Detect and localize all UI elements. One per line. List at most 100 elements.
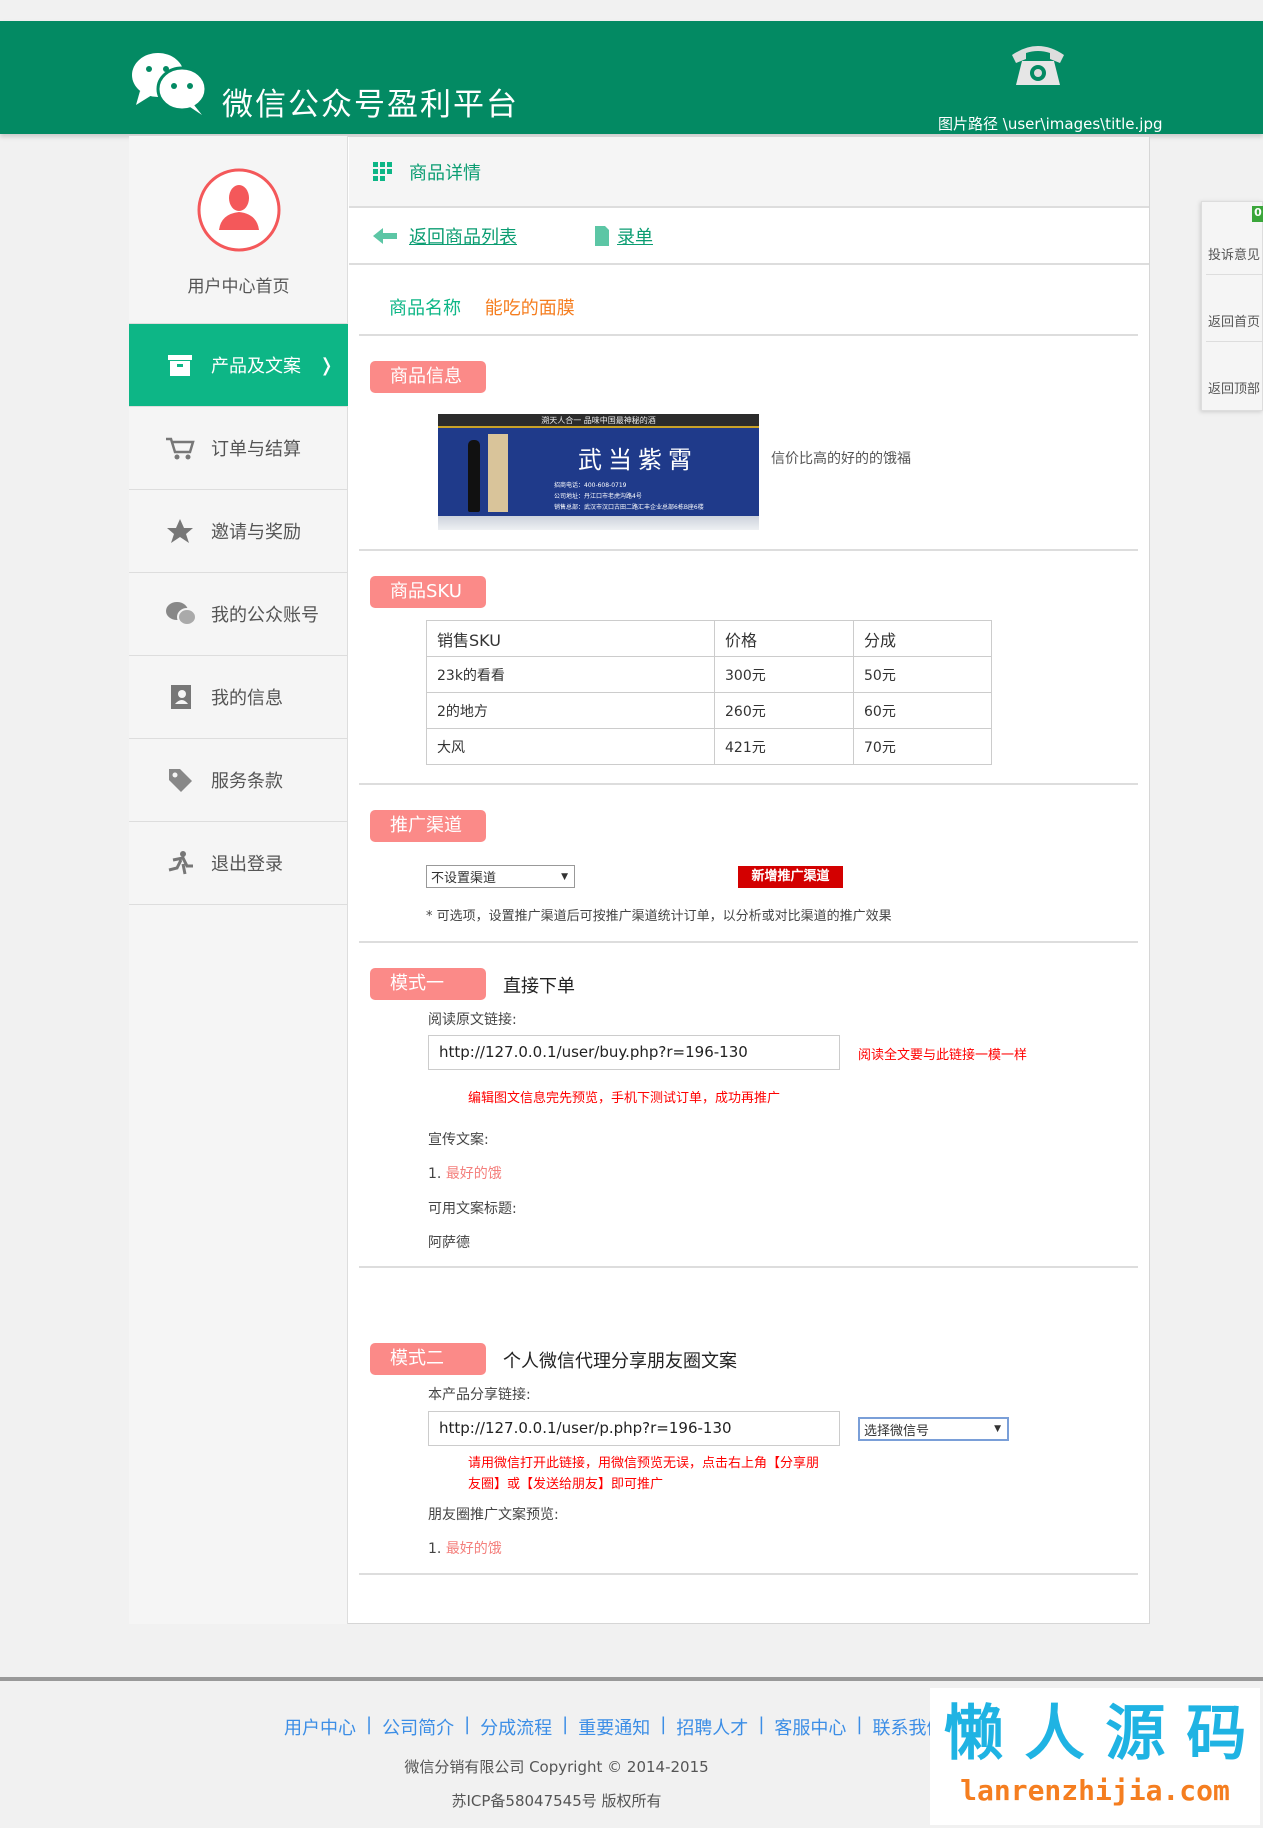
- cell: 60元: [853, 692, 992, 729]
- footer-link[interactable]: 客服中心: [774, 1714, 846, 1740]
- document-icon: [595, 226, 609, 246]
- header: 微信公众号盈利平台 图片路径 \user\images\title.jpg: [0, 21, 1263, 134]
- sidebar-item-my-info[interactable]: 我的信息: [129, 656, 348, 739]
- grid-icon: [373, 161, 392, 181]
- separator: |: [464, 1714, 471, 1735]
- action-bar: 返回商品列表 录单: [349, 209, 1149, 265]
- banner-line: 公司地址：丹江口市老虎沟路4号: [554, 493, 642, 500]
- phone-caption: 图片路径 \user\images\title.jpg: [938, 115, 1163, 133]
- copy-num: 1.: [428, 1166, 442, 1182]
- copy-text: 最好的饿: [445, 1166, 502, 1182]
- product-name: 能吃的面膜: [484, 298, 575, 319]
- complaint-link[interactable]: 投诉意见: [1208, 244, 1263, 263]
- sidebar-item-logout[interactable]: 退出登录: [129, 822, 348, 905]
- divider: [359, 334, 1138, 336]
- product-name-row: 商品名称 能吃的面膜: [389, 294, 575, 320]
- back-to-list-link[interactable]: 返回商品列表: [409, 223, 517, 249]
- copy-text: 最好的饿: [445, 1541, 502, 1557]
- box-image: [488, 434, 508, 512]
- section-badge-info: 商品信息: [370, 361, 486, 393]
- table-row: 23k的看看 300元 50元: [426, 656, 992, 693]
- sidebar-item-label: 退出登录: [211, 854, 283, 875]
- site-title: 微信公众号盈利平台: [222, 87, 519, 123]
- cell: 23k的看看: [426, 656, 715, 693]
- header-cell: 价格: [714, 620, 854, 657]
- back-to-top-link[interactable]: 返回顶部: [1208, 378, 1263, 397]
- sidebar-item-label: 邀请与奖励: [211, 522, 301, 543]
- copy-num: 1.: [428, 1541, 442, 1557]
- mode1-copy-label: 宣传文案:: [428, 1132, 489, 1148]
- footer-link[interactable]: 招聘人才: [676, 1714, 748, 1740]
- sidebar-item-products[interactable]: 产品及文案 ❭: [129, 324, 348, 407]
- mode2-tip: 请用微信打开此链接，用微信预览无误，点击右上角【分享朋 友圈】或【发送给朋友】即可…: [468, 1453, 819, 1495]
- header-cell: 销售SKU: [426, 620, 715, 657]
- mode1-link-label: 阅读原文链接:: [428, 1012, 517, 1028]
- add-channel-button[interactable]: 新增推广渠道: [738, 866, 843, 888]
- sidebar-item-label: 产品及文案: [211, 356, 301, 377]
- page-title: 商品详情: [409, 162, 481, 184]
- sidebar-item-label: 我的公众账号: [211, 605, 319, 626]
- wechat-icon: [165, 601, 195, 627]
- cell: 300元: [714, 656, 854, 693]
- header-cell: 分成: [853, 620, 992, 657]
- cell: 大风: [426, 728, 715, 765]
- mode1-link-note: 阅读全文要与此链接一模一样: [858, 1048, 1028, 1063]
- product-description: 信价比高的好的的饿福: [771, 451, 911, 467]
- record-order-link[interactable]: 录单: [617, 223, 653, 249]
- mode2-title: 个人微信代理分享朋友圈文案: [503, 1351, 737, 1372]
- page-title-bar: 商品详情: [349, 137, 1149, 208]
- footer-link[interactable]: 公司简介: [382, 1714, 454, 1740]
- banner-slogan: 溯天人合一 品味中国最神秘的酒: [438, 414, 759, 428]
- divider: [1206, 274, 1263, 275]
- mode1-link-input[interactable]: http://127.0.0.1/user/buy.php?r=196-130: [428, 1035, 840, 1070]
- sidebar-item-accounts[interactable]: 我的公众账号: [129, 573, 348, 656]
- user-home-link[interactable]: 用户中心首页: [129, 136, 348, 324]
- user-home-label: 用户中心首页: [187, 277, 290, 297]
- watermark-cn: 懒 人 源 码: [943, 1699, 1247, 1769]
- wechat-logo-icon: [132, 53, 208, 115]
- divider: [1206, 341, 1263, 342]
- footer-link[interactable]: 重要通知: [578, 1714, 650, 1740]
- banner-brand: 武当紫霄: [578, 446, 698, 474]
- divider: [359, 1573, 1138, 1575]
- product-banner-image: 溯天人合一 品味中国最神秘的酒 武当紫霄 招商电话：400-608-0719 公…: [438, 414, 759, 530]
- cart-icon: [165, 435, 195, 461]
- sidebar-item-invite[interactable]: 邀请与奖励: [129, 490, 348, 573]
- sidebar-item-terms[interactable]: 服务条款: [129, 739, 348, 822]
- mode1-title-label: 可用文案标题:: [428, 1201, 517, 1217]
- mode2-link-label: 本产品分享链接:: [428, 1387, 531, 1403]
- divider: [359, 549, 1138, 551]
- chevron-right-icon: ❭: [319, 354, 335, 376]
- dropdown-arrow-icon: ▼: [994, 1424, 1001, 1434]
- tip-line: 友圈】或【发送给朋友】即可推广: [468, 1477, 664, 1492]
- cell: 421元: [714, 728, 854, 765]
- star-icon: [165, 518, 195, 544]
- footer-link[interactable]: 用户中心: [284, 1714, 356, 1740]
- divider: [359, 941, 1138, 943]
- footer-link[interactable]: 分成流程: [480, 1714, 552, 1740]
- channel-select[interactable]: 不设置渠道 ▼: [426, 865, 575, 888]
- sidebar-item-orders[interactable]: 订单与结算: [129, 407, 348, 490]
- wechat-account-select[interactable]: 选择微信号 ▼: [858, 1417, 1009, 1441]
- separator: |: [562, 1714, 569, 1735]
- sidebar-item-label: 服务条款: [211, 771, 283, 792]
- watermark-en: lanrenzhijia.com: [960, 1774, 1230, 1807]
- channel-note: * 可选项，设置推广渠道后可按推广渠道统计订单，以分析或对比渠道的推广效果: [426, 909, 892, 924]
- back-arrow-icon: [373, 228, 397, 244]
- section-badge-mode1: 模式一: [370, 968, 486, 1000]
- separator: |: [660, 1714, 667, 1735]
- tip-line: 请用微信打开此链接，用微信预览无误，点击右上角【分享朋: [468, 1456, 820, 1471]
- mode2-link-input[interactable]: http://127.0.0.1/user/p.php?r=196-130: [428, 1411, 840, 1446]
- runner-icon: [165, 850, 195, 876]
- section-badge-mode2: 模式二: [370, 1343, 486, 1375]
- home-link[interactable]: 返回首页: [1208, 311, 1263, 330]
- user-avatar-icon: [197, 168, 281, 252]
- banner-footer: [438, 516, 759, 530]
- banner-line: 招商电话：400-608-0719: [554, 482, 627, 489]
- sidebar: 用户中心首页 产品及文案 ❭ 订单与结算 邀请与奖励 我的公众账号 我的信息 服…: [129, 136, 348, 1624]
- section-badge-channel: 推广渠道: [370, 810, 486, 842]
- separator: |: [366, 1714, 373, 1735]
- cell: 260元: [714, 692, 854, 729]
- separator: |: [856, 1714, 863, 1735]
- section-badge-sku: 商品SKU: [370, 576, 486, 608]
